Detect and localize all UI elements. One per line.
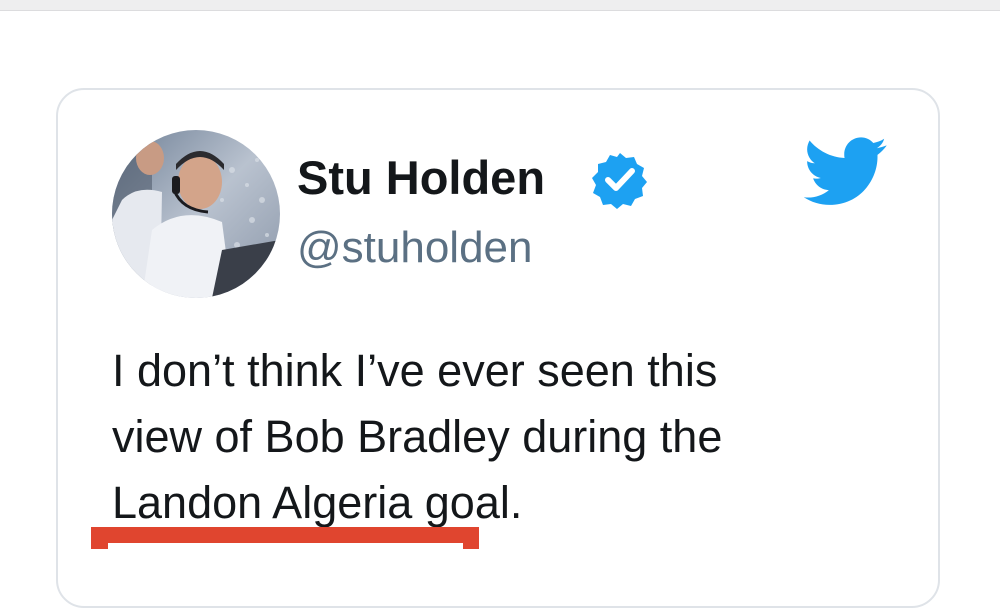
red-highlight-bar-inner — [108, 543, 463, 549]
author-handle[interactable]: @stuholden — [297, 220, 533, 276]
verified-badge-icon — [589, 149, 651, 211]
author-avatar[interactable] — [112, 130, 280, 298]
browser-top-strip — [0, 0, 1000, 11]
tweet-text-line: view of Bob Bradley during the — [112, 411, 723, 462]
twitter-bird-icon[interactable] — [803, 136, 888, 208]
tweet-body-text: I don’t think I’ve ever seen this view o… — [112, 338, 912, 536]
tweet-text-line: I don’t think I’ve ever seen this — [112, 345, 718, 396]
avatar-photo — [112, 130, 280, 298]
author-display-name[interactable]: Stu Holden — [297, 150, 545, 206]
